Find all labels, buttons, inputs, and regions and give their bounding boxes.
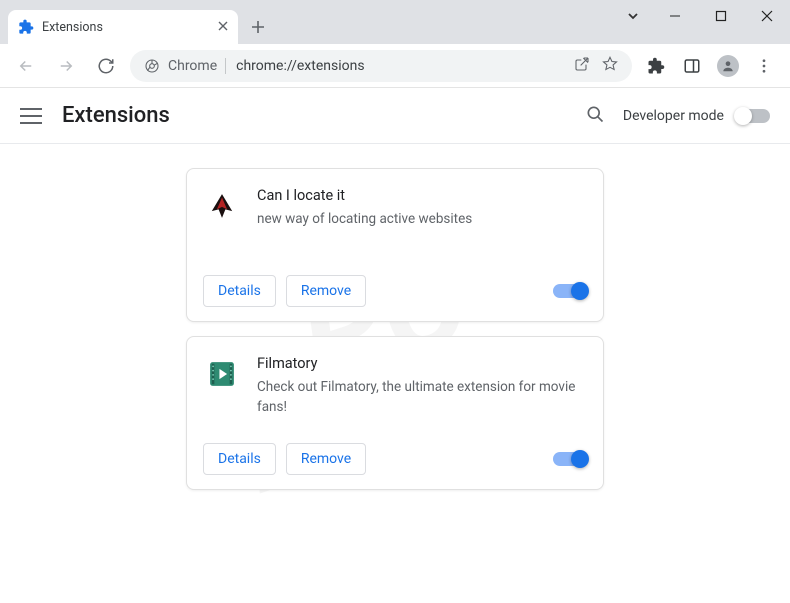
details-button[interactable]: Details — [203, 275, 276, 307]
omnibox-actions — [574, 56, 618, 76]
minimize-icon — [669, 10, 681, 22]
chevron-down-icon — [626, 9, 640, 23]
puzzle-icon — [18, 19, 34, 35]
extension-name: Can I locate it — [257, 187, 587, 204]
page-header: Extensions Developer mode — [0, 88, 790, 144]
extension-list: Can I locate it new way of locating acti… — [0, 144, 790, 514]
toolbar-right — [640, 50, 780, 82]
share-icon — [574, 56, 590, 72]
window-titlebar: Extensions — [0, 0, 790, 44]
page-title: Extensions — [62, 103, 170, 128]
search-icon — [585, 104, 605, 124]
remove-button[interactable]: Remove — [286, 275, 366, 307]
chrome-icon — [144, 58, 160, 74]
extension-card: Filmatory Check out Filmatory, the ultim… — [186, 336, 604, 490]
extension-card: Can I locate it new way of locating acti… — [186, 168, 604, 322]
details-button[interactable]: Details — [203, 443, 276, 475]
extension-description: Check out Filmatory, the ultimate extens… — [257, 378, 587, 417]
avatar-icon — [717, 55, 739, 77]
site-chip: Chrome — [144, 58, 226, 74]
minimize-button[interactable] — [652, 0, 698, 32]
maximize-icon — [715, 10, 727, 22]
sidepanel-button[interactable] — [676, 50, 708, 82]
enable-toggle[interactable] — [553, 452, 587, 466]
arrow-right-icon — [57, 57, 75, 75]
dots-vertical-icon — [755, 57, 773, 75]
forward-button[interactable] — [50, 50, 82, 82]
developer-mode: Developer mode — [623, 108, 770, 124]
omnibox[interactable]: Chrome chrome://extensions — [130, 50, 632, 82]
search-button[interactable] — [585, 104, 605, 128]
tab-search-button[interactable] — [626, 8, 640, 27]
reload-button[interactable] — [90, 50, 122, 82]
menu-button[interactable] — [748, 50, 780, 82]
developer-mode-toggle[interactable] — [736, 109, 770, 123]
close-icon — [761, 10, 773, 22]
tab-close-button[interactable] — [218, 20, 228, 35]
arrow-left-icon — [17, 57, 35, 75]
browser-tab[interactable]: Extensions — [8, 10, 238, 44]
plus-icon — [251, 20, 265, 34]
extensions-button[interactable] — [640, 50, 672, 82]
site-label: Chrome — [168, 58, 217, 74]
panel-icon — [683, 57, 701, 75]
extension-icon — [203, 355, 241, 393]
close-window-button[interactable] — [744, 0, 790, 32]
maximize-button[interactable] — [698, 0, 744, 32]
bookmark-button[interactable] — [602, 56, 618, 76]
extensions-page: PC risk.com Extensions Developer mode — [0, 88, 790, 603]
omnibox-divider — [225, 58, 226, 74]
menu-toggle[interactable] — [20, 105, 42, 127]
share-button[interactable] — [574, 56, 590, 76]
url-text: chrome://extensions — [236, 58, 364, 74]
extension-icon — [203, 187, 241, 225]
reload-icon — [97, 57, 115, 75]
film-icon — [205, 357, 239, 391]
new-tab-button[interactable] — [244, 13, 272, 41]
back-button[interactable] — [10, 50, 42, 82]
profile-button[interactable] — [712, 50, 744, 82]
extension-description: new way of locating active websites — [257, 210, 587, 230]
window-controls — [652, 0, 790, 32]
star-icon — [602, 56, 618, 72]
close-icon — [218, 21, 228, 31]
browser-toolbar: Chrome chrome://extensions — [0, 44, 790, 88]
phoenix-icon — [205, 189, 239, 223]
remove-button[interactable]: Remove — [286, 443, 366, 475]
extension-name: Filmatory — [257, 355, 587, 372]
developer-mode-label: Developer mode — [623, 108, 724, 124]
tab-title: Extensions — [42, 20, 210, 35]
enable-toggle[interactable] — [553, 284, 587, 298]
puzzle-icon — [647, 57, 665, 75]
